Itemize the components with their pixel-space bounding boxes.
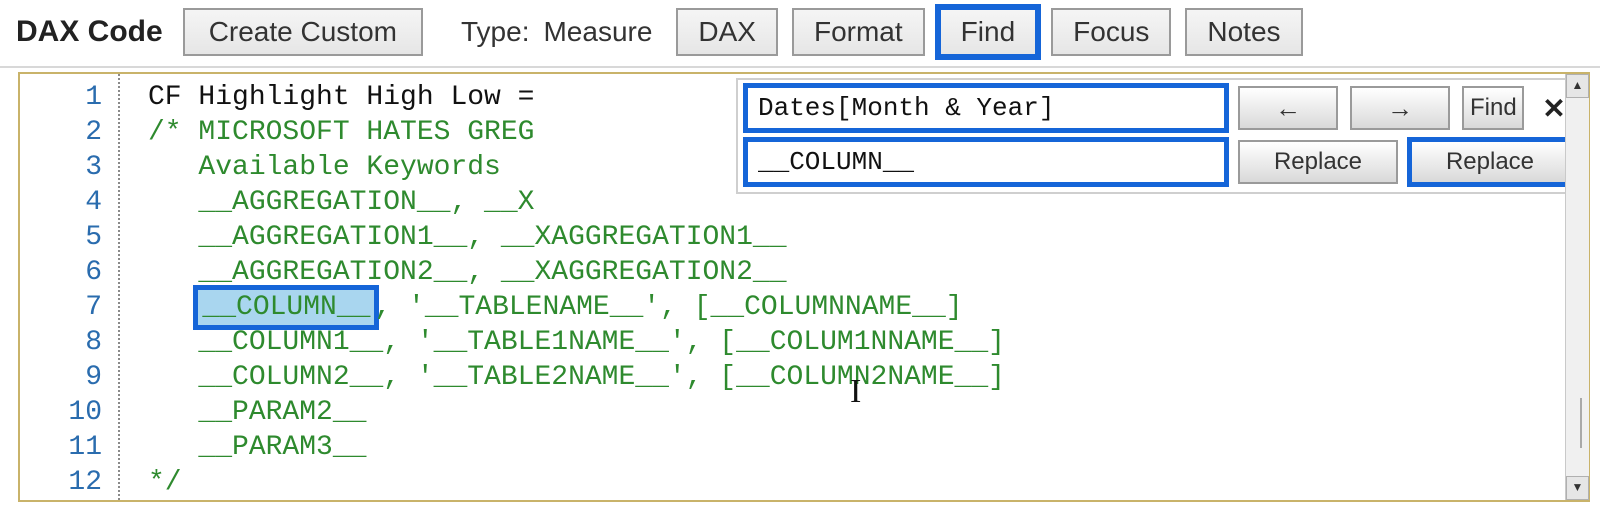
notes-button[interactable]: Notes (1185, 8, 1302, 56)
text-cursor-icon: I (850, 374, 861, 409)
line-number: 12 (20, 465, 118, 500)
line-number: 10 (20, 395, 118, 430)
type-value: Measure (543, 16, 652, 48)
search-match: __COLUMN__ (198, 290, 374, 325)
code-text: , '__TABLENAME__', [__COLUMNNAME__] (374, 292, 962, 323)
type-label: Type: (461, 16, 529, 48)
code-text: __COLUMN1__, '__TABLE1NAME__', [__COLUM1… (148, 327, 1005, 358)
code-text: CF Highlight High Low = (148, 82, 551, 113)
scroll-thumb[interactable] (1580, 398, 1582, 448)
code-text: __AGGREGATION__, __X (148, 187, 534, 218)
code-area[interactable]: CF Highlight High Low = /* MICROSOFT HAT… (120, 74, 1588, 500)
focus-button[interactable]: Focus (1051, 8, 1171, 56)
line-number: 5 (20, 220, 118, 255)
line-number: 4 (20, 185, 118, 220)
find-button[interactable]: Find (939, 8, 1037, 56)
code-text (148, 292, 198, 323)
code-text: Available Keywords (148, 152, 518, 183)
line-number: 1 (20, 80, 118, 115)
line-number: 2 (20, 115, 118, 150)
find-next-button[interactable]: → (1350, 86, 1450, 130)
replace-all-button[interactable]: Replace (1410, 140, 1570, 184)
line-number: 11 (20, 430, 118, 465)
find-next-label-button[interactable]: Find (1462, 86, 1524, 130)
code-text: __AGGREGATION2__, __XAGGREGATION2__ (148, 257, 787, 288)
code-text: __COLUMN2__, '__TABLE2NAME__', [__COLUMN… (148, 362, 1005, 393)
code-text: __AGGREGATION1__, __XAGGREGATION1__ (148, 222, 787, 253)
find-prev-button[interactable]: ← (1238, 86, 1338, 130)
code-text: __PARAM2__ (148, 397, 366, 428)
scroll-down-icon[interactable]: ▼ (1566, 476, 1589, 500)
section-title: DAX Code (16, 15, 163, 49)
code-text: /* MICROSOFT HATES GREG (148, 117, 551, 148)
create-custom-button[interactable]: Create Custom (183, 8, 423, 56)
line-number: 6 (20, 255, 118, 290)
line-gutter: 1 2 3 4 5 6 7 8 9 10 11 12 (20, 74, 120, 500)
replace-button[interactable]: Replace (1238, 140, 1398, 184)
toolbar: DAX Code Create Custom Type: Measure DAX… (0, 0, 1600, 68)
replace-input[interactable] (746, 140, 1226, 184)
find-replace-panel: ← → Find ✕ Replace Replace (736, 78, 1584, 194)
code-text: __PARAM3__ (148, 432, 366, 463)
line-number: 8 (20, 325, 118, 360)
code-text: */ (148, 467, 182, 498)
find-input[interactable] (746, 86, 1226, 130)
format-button[interactable]: Format (792, 8, 925, 56)
line-number: 3 (20, 150, 118, 185)
code-editor: 1 2 3 4 5 6 7 8 9 10 11 12 CF Highlight … (18, 72, 1590, 502)
vertical-scrollbar[interactable]: ▲ ▼ (1565, 74, 1589, 500)
line-number: 7 (20, 290, 118, 325)
dax-button[interactable]: DAX (676, 8, 778, 56)
scroll-up-icon[interactable]: ▲ (1566, 74, 1589, 98)
line-number: 9 (20, 360, 118, 395)
